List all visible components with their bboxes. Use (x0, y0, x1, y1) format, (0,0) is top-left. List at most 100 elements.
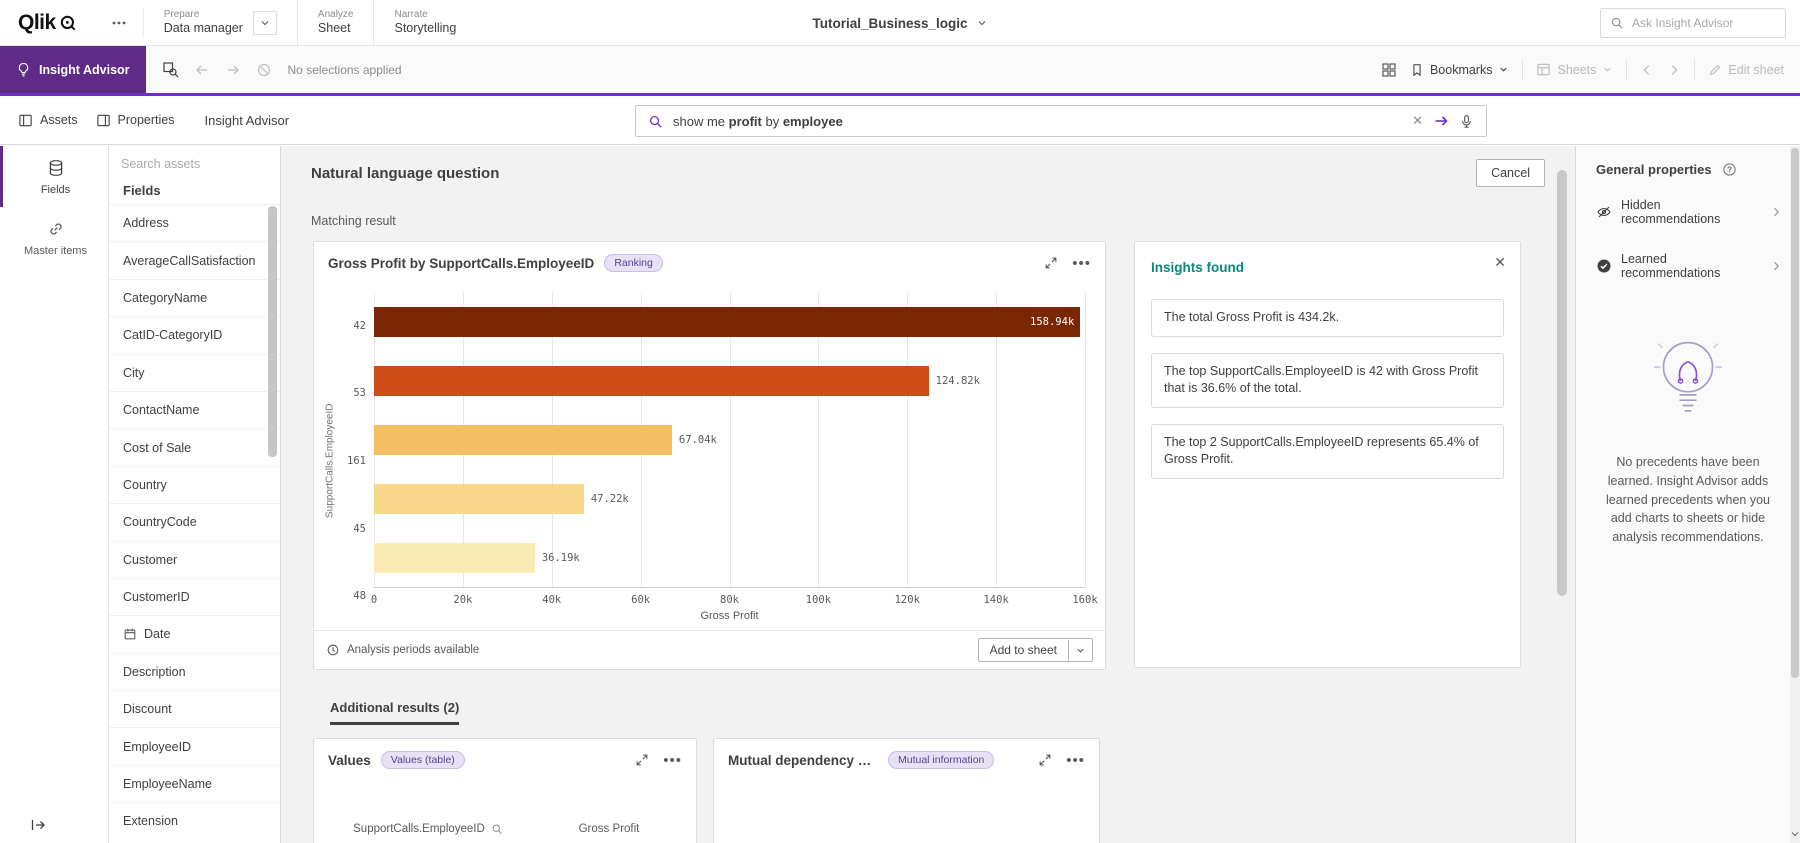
bar[interactable] (374, 543, 535, 573)
values-col2-header[interactable]: Gross Profit (532, 823, 686, 835)
next-sheet-button[interactable] (1667, 63, 1681, 77)
axis-tick-label: 20k (453, 594, 472, 606)
chart-menu-icon[interactable]: ••• (1072, 256, 1091, 271)
field-item[interactable]: Date (109, 615, 280, 652)
properties-toggle-button[interactable]: Properties (96, 113, 175, 128)
expand-icon[interactable] (635, 753, 649, 767)
field-item[interactable]: Address (109, 204, 280, 241)
edit-sheet-button[interactable]: Edit sheet (1708, 63, 1784, 77)
bar-value-label: 67.04k (679, 434, 717, 446)
step-back-button[interactable] (194, 62, 210, 78)
field-item[interactable]: CategoryName (109, 279, 280, 316)
chart-title: Gross Profit by SupportCalls.EmployeeID (328, 256, 594, 271)
column-search-icon[interactable] (491, 823, 503, 835)
field-item-label: Discount (123, 702, 172, 716)
properties-label: Properties (118, 113, 175, 127)
field-item-label: ContactName (123, 403, 199, 417)
expand-icon[interactable] (1044, 256, 1058, 270)
search-icon (648, 114, 663, 129)
bar[interactable] (374, 484, 584, 514)
nlq-heading: Natural language question (311, 165, 499, 182)
microphone-icon[interactable] (1459, 114, 1474, 129)
bar-row: 158.94k (374, 292, 1085, 351)
rail-tab-master-items[interactable]: Master items (0, 207, 108, 268)
field-item-label: Country (123, 478, 167, 492)
values-col1-header[interactable]: SupportCalls.EmployeeID (353, 823, 485, 835)
step-forward-button[interactable] (225, 62, 241, 78)
field-item[interactable]: EmployeeID (109, 727, 280, 764)
lightbulb-illustration (1640, 333, 1736, 429)
axis-tick-label: 80k (720, 594, 739, 606)
close-icon[interactable]: ✕ (1494, 254, 1506, 271)
assets-label: Assets (40, 113, 78, 127)
nlq-query-text[interactable]: show me profit by employee (673, 114, 1402, 129)
insight-advisor-header: Assets Properties Insight Advisor show m… (0, 96, 1800, 145)
sheets-button[interactable]: Sheets (1536, 62, 1613, 77)
field-item[interactable]: City (109, 354, 280, 391)
bar[interactable]: 158.94k (374, 307, 1080, 337)
add-to-sheet-chevron-icon[interactable] (1068, 640, 1092, 661)
field-item-label: CountryCode (123, 515, 197, 529)
field-item[interactable]: Extension (109, 802, 280, 839)
field-item[interactable]: CatID-CategoryID (109, 316, 280, 353)
main-scrollbar[interactable] (1557, 170, 1567, 596)
values-table-header: SupportCalls.EmployeeID Gross Profit (314, 823, 696, 835)
insight-advisor-title: Insight Advisor (205, 113, 290, 128)
expand-icon[interactable] (1038, 753, 1052, 767)
assets-toggle-button[interactable]: Assets (18, 113, 78, 128)
insight-advisor-button[interactable]: Insight Advisor (0, 46, 146, 93)
nlq-search-box[interactable]: show me profit by employee ✕ (635, 105, 1487, 137)
values-card-menu-icon[interactable]: ••• (663, 753, 682, 768)
app-title-chevron-down-icon[interactable] (976, 17, 988, 29)
hidden-recommendations-row[interactable]: Hidden recommendations (1576, 185, 1800, 239)
clear-query-icon[interactable]: ✕ (1412, 113, 1423, 129)
sheets-label: Sheets (1557, 63, 1596, 77)
field-item[interactable]: ContactName (109, 391, 280, 428)
submit-query-icon[interactable] (1433, 113, 1449, 129)
app-title[interactable]: Tutorial_Business_logic (812, 16, 967, 31)
cancel-button[interactable]: Cancel (1476, 159, 1545, 187)
field-item[interactable]: AverageCallSatisfaction (109, 241, 280, 278)
field-item-label: Cost of Sale (123, 441, 191, 455)
field-item[interactable]: Description (109, 653, 280, 690)
field-item-label: CustomerID (123, 590, 190, 604)
sheet-icon (1536, 62, 1551, 77)
assets-scrollbar[interactable] (268, 206, 277, 457)
mutual-dependency-card: Mutual dependency bet... Mutual informat… (713, 738, 1100, 843)
nlq-results-area: Natural language question Cancel Matchin… (281, 146, 1575, 843)
properties-scrollbar-thumb[interactable] (1791, 148, 1799, 678)
field-item[interactable]: EmployeeName (109, 765, 280, 802)
field-item[interactable]: Discount (109, 690, 280, 727)
field-item[interactable]: CountryCode (109, 503, 280, 540)
bar-row: 36.19k (374, 528, 1085, 587)
collapse-panel-icon[interactable] (30, 817, 46, 833)
help-icon[interactable]: ? (1722, 162, 1737, 177)
previous-sheet-button[interactable] (1640, 63, 1654, 77)
hidden-recommendations-label: Hidden recommendations (1621, 198, 1761, 226)
bar-row: 124.82k (374, 351, 1085, 410)
bookmarks-button[interactable]: Bookmarks (1410, 63, 1510, 77)
tab-additional-results[interactable]: Additional results (2) (330, 700, 459, 725)
search-assets-input[interactable] (121, 157, 261, 171)
properties-scrollbar[interactable] (1790, 146, 1800, 843)
clear-selections-button[interactable] (256, 62, 272, 78)
field-item-label: Date (144, 627, 170, 641)
show-charts-grid-icon[interactable] (1381, 62, 1397, 78)
bar[interactable] (374, 366, 929, 396)
mutual-card-menu-icon[interactable]: ••• (1066, 753, 1085, 768)
field-item[interactable]: Customer (109, 541, 280, 578)
rail-tab-fields[interactable]: Fields (0, 146, 108, 207)
category-label: 48 (338, 562, 374, 630)
field-item[interactable]: Cost of Sale (109, 428, 280, 465)
bookmark-icon (1410, 63, 1424, 77)
learned-recommendations-row[interactable]: Learned recommendations (1576, 239, 1800, 293)
y-axis-title: SupportCalls.EmployeeID (322, 292, 338, 630)
scroll-down-chevron-icon[interactable] (1789, 828, 1800, 840)
bar[interactable] (374, 425, 672, 455)
field-item[interactable]: CustomerID (109, 578, 280, 615)
field-item[interactable]: Country (109, 466, 280, 503)
selections-tool-button[interactable] (162, 61, 179, 78)
add-to-sheet-button[interactable]: Add to sheet (978, 638, 1093, 662)
properties-panel: General properties ? Hidden recommendati… (1575, 146, 1800, 843)
values-table-badge: Values (table) (381, 751, 465, 769)
